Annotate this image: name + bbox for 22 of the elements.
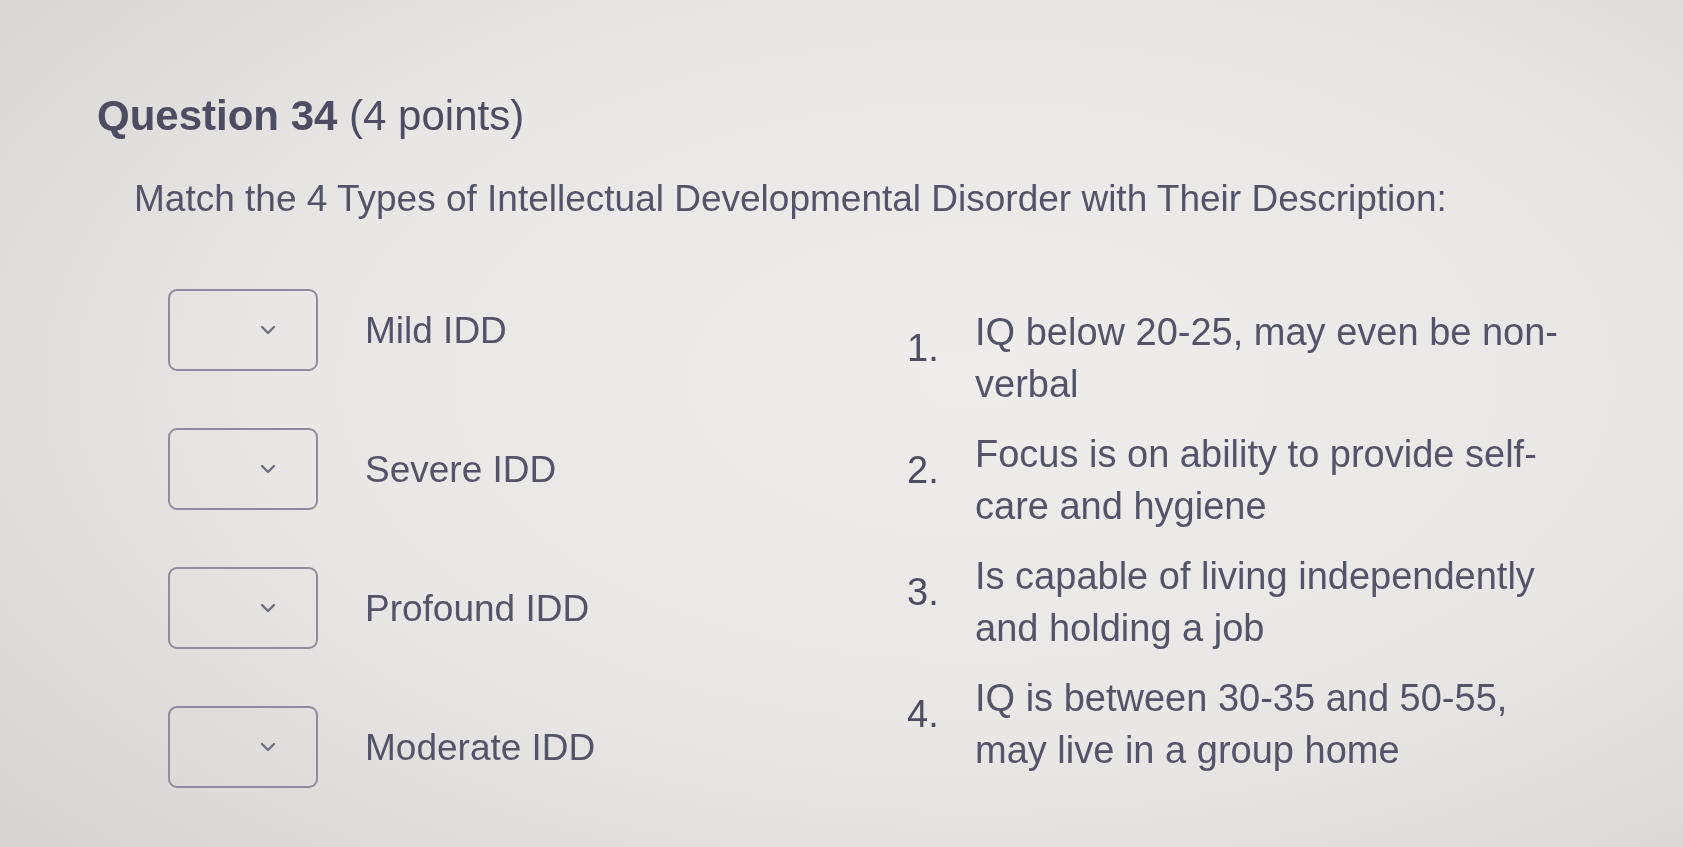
list-number: 3.	[907, 570, 940, 615]
item-label: Severe IDD	[365, 447, 557, 492]
chevron-down-icon	[260, 464, 276, 474]
item-label: Profound IDD	[365, 586, 590, 631]
item-label: Moderate IDD	[365, 725, 596, 770]
chevron-down-icon	[260, 325, 276, 335]
list-number: 4.	[907, 692, 940, 737]
list-number: 2.	[907, 448, 940, 493]
answer-dropdown[interactable]	[168, 289, 318, 371]
chevron-down-icon	[260, 742, 276, 752]
answer-dropdown[interactable]	[168, 428, 318, 510]
question-prompt: Match the 4 Types of Intellectual Developmental Disorder with Their Description:	[134, 177, 1447, 221]
chevron-down-icon	[260, 603, 276, 613]
answer-dropdown[interactable]	[168, 567, 318, 649]
answer-text: Focus is on ability to provide self-care and hygiene	[975, 432, 1538, 529]
item-label: Mild IDD	[365, 308, 507, 353]
list-number: 1.	[907, 326, 940, 371]
answer-text: IQ below 20-25, may even be non-verbal	[975, 310, 1559, 407]
question-title: Question 34 (4 points)	[97, 91, 525, 141]
answer-dropdown[interactable]	[168, 706, 318, 788]
answer-text: IQ is between 30-35 and 50-55, may live in a group home	[975, 676, 1509, 773]
answer-text: Is capable of living independently and holding a job	[975, 554, 1536, 651]
